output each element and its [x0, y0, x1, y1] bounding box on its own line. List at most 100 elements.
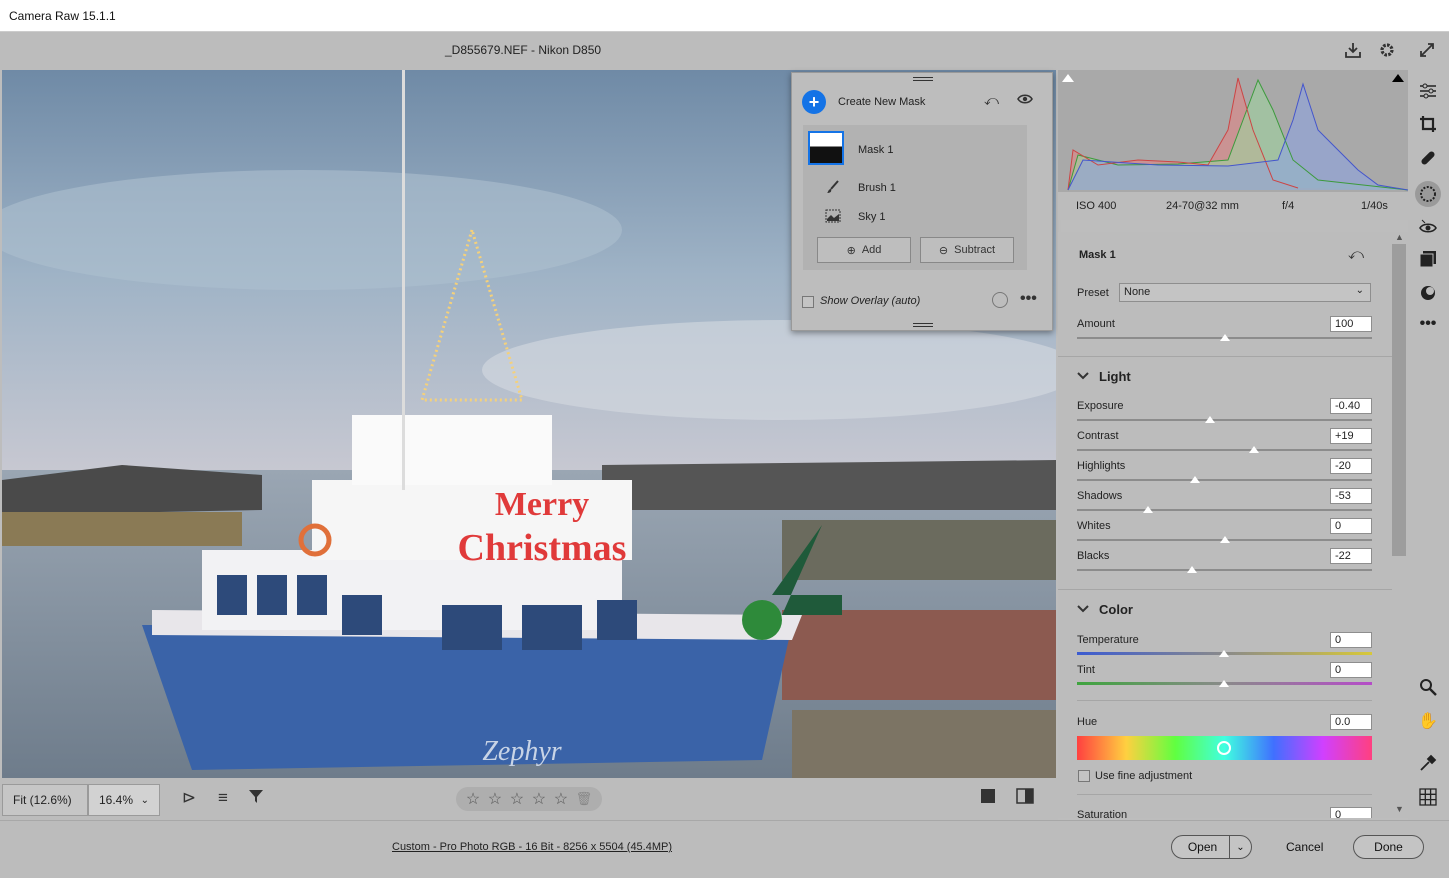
preset-select[interactable]: None ⌄	[1119, 283, 1371, 302]
chevron-down-icon[interactable]	[1077, 603, 1089, 617]
chevron-down-icon[interactable]: ⌄	[1229, 836, 1251, 858]
shadows-label: Shadows	[1077, 490, 1123, 502]
compare-view-icon[interactable]	[1014, 788, 1036, 809]
mask-component-label[interactable]: Brush 1	[858, 182, 896, 194]
blacks-label: Blacks	[1077, 550, 1110, 562]
amount-value[interactable]: 100	[1330, 316, 1372, 332]
exposure-value[interactable]: -0.40	[1330, 398, 1372, 414]
zoom-fit-button[interactable]: Fit (12.6%)	[2, 784, 88, 816]
temperature-slider-thumb[interactable]	[1219, 650, 1229, 657]
amount-slider-thumb[interactable]	[1219, 334, 1230, 341]
cancel-button[interactable]: Cancel	[1286, 840, 1323, 854]
star-icon[interactable]: ☆	[466, 789, 480, 809]
saturation-value[interactable]: 0	[1330, 807, 1372, 818]
tint-label: Tint	[1077, 664, 1095, 676]
color-section-title[interactable]: Color	[1099, 602, 1133, 617]
redeye-icon[interactable]	[1417, 216, 1439, 238]
blacks-slider-thumb[interactable]	[1187, 566, 1198, 573]
show-overlay-checkbox[interactable]	[802, 296, 814, 308]
scrollbar-thumb[interactable]	[1392, 244, 1406, 556]
file-header: _D855679.NEF - Nikon D850	[0, 32, 1449, 70]
panel-drag-handle-top[interactable]	[913, 77, 933, 81]
done-button[interactable]: Done	[1353, 835, 1424, 859]
tint-slider-thumb[interactable]	[1219, 680, 1229, 687]
panel-drag-handle-bottom[interactable]	[913, 323, 933, 327]
open-label: Open	[1187, 840, 1218, 854]
create-mask-label[interactable]: Create New Mask	[838, 96, 925, 108]
star-icon[interactable]: ☆	[554, 789, 568, 809]
download-icon[interactable]	[1342, 39, 1364, 61]
blacks-value[interactable]: -22	[1330, 548, 1372, 564]
rating-stars[interactable]: ☆ ☆ ☆ ☆ ☆ 🗑	[456, 787, 602, 811]
zoom-level-select[interactable]: 16.4% ⌄	[88, 784, 160, 816]
zoom-level-value: 16.4%	[99, 793, 134, 807]
histogram	[1058, 70, 1409, 192]
create-mask-button[interactable]: +	[802, 90, 826, 114]
filmstrip-icon[interactable]: ⊳	[178, 788, 200, 808]
reset-mask-icon[interactable]: ⤺	[1348, 246, 1364, 263]
exposure-slider-thumb[interactable]	[1204, 416, 1215, 423]
crop-icon[interactable]	[1417, 113, 1439, 135]
before-after-icon[interactable]	[977, 788, 999, 809]
healing-icon[interactable]	[1417, 147, 1439, 169]
eye-icon[interactable]	[1017, 92, 1033, 108]
whites-slider-thumb[interactable]	[1219, 536, 1230, 543]
exposure-label: Exposure	[1077, 400, 1124, 412]
scroll-down-icon[interactable]: ▼	[1395, 804, 1404, 814]
contrast-slider-track[interactable]	[1077, 449, 1372, 451]
shadows-value[interactable]: -53	[1330, 488, 1372, 504]
star-icon[interactable]: ☆	[488, 789, 502, 809]
masking-icon[interactable]	[1415, 181, 1441, 207]
panel-scrollbar[interactable]: ▲ ▼	[1392, 232, 1408, 818]
star-icon[interactable]: ☆	[532, 789, 546, 809]
snapshots-icon[interactable]	[1417, 282, 1439, 304]
shutter-value: 1/40s	[1361, 200, 1388, 212]
more-tools-icon[interactable]: •••	[1417, 313, 1439, 335]
expand-icon[interactable]	[1416, 39, 1438, 61]
gear-icon[interactable]	[1376, 39, 1398, 61]
hand-icon[interactable]: ✋	[1417, 710, 1439, 732]
sort-icon[interactable]: ≡	[212, 788, 234, 808]
exposure-slider-track[interactable]	[1077, 419, 1372, 421]
hue-slider-thumb[interactable]	[1217, 741, 1231, 755]
shadows-slider-track[interactable]	[1077, 509, 1372, 511]
footer-bar: Custom - Pro Photo RGB - 16 Bit - 8256 x…	[0, 820, 1449, 878]
chevron-down-icon[interactable]	[1077, 370, 1089, 384]
zoom-icon[interactable]	[1417, 676, 1439, 698]
fine-adjustment-checkbox[interactable]	[1078, 770, 1090, 782]
overlay-color-icon[interactable]	[992, 292, 1008, 308]
light-section-title[interactable]: Light	[1099, 369, 1131, 384]
reset-icon[interactable]: ⤺	[984, 92, 999, 109]
mask-thumbnail[interactable]	[808, 131, 844, 165]
highlights-value[interactable]: -20	[1330, 458, 1372, 474]
workflow-options-link[interactable]: Custom - Pro Photo RGB - 16 Bit - 8256 x…	[392, 841, 672, 853]
highlights-slider-track[interactable]	[1077, 479, 1372, 481]
hue-value[interactable]: 0.0	[1330, 714, 1372, 730]
show-overlay-label: Show Overlay (auto)	[820, 295, 921, 307]
subtract-icon: ⊖	[938, 244, 949, 257]
add-component-button[interactable]: ⊕ Add	[817, 237, 911, 263]
preset-value: None	[1124, 286, 1151, 298]
temperature-value[interactable]: 0	[1330, 632, 1372, 648]
filter-icon[interactable]	[245, 788, 267, 809]
contrast-value[interactable]: +19	[1330, 428, 1372, 444]
whites-value[interactable]: 0	[1330, 518, 1372, 534]
more-options-icon[interactable]: •••	[1020, 290, 1037, 308]
tint-value[interactable]: 0	[1330, 662, 1372, 678]
blacks-slider-track[interactable]	[1077, 569, 1372, 571]
highlight-clipping-icon	[1392, 74, 1404, 82]
subtract-component-button[interactable]: ⊖ Subtract	[920, 237, 1014, 263]
contrast-slider-thumb[interactable]	[1249, 446, 1259, 453]
presets-icon[interactable]	[1417, 248, 1439, 270]
edit-sliders-icon[interactable]	[1417, 80, 1439, 102]
color-sampler-icon[interactable]	[1417, 752, 1439, 774]
highlights-slider-thumb[interactable]	[1190, 476, 1200, 483]
mask-name[interactable]: Mask 1	[858, 144, 893, 156]
open-button[interactable]: Open ⌄	[1171, 835, 1252, 859]
star-icon[interactable]: ☆	[510, 789, 524, 809]
scroll-up-icon[interactable]: ▲	[1395, 232, 1404, 242]
mask-component-label[interactable]: Sky 1	[858, 211, 886, 223]
trash-icon[interactable]: 🗑	[576, 791, 593, 807]
grid-icon[interactable]	[1417, 786, 1439, 808]
shadows-slider-thumb[interactable]	[1142, 506, 1153, 513]
